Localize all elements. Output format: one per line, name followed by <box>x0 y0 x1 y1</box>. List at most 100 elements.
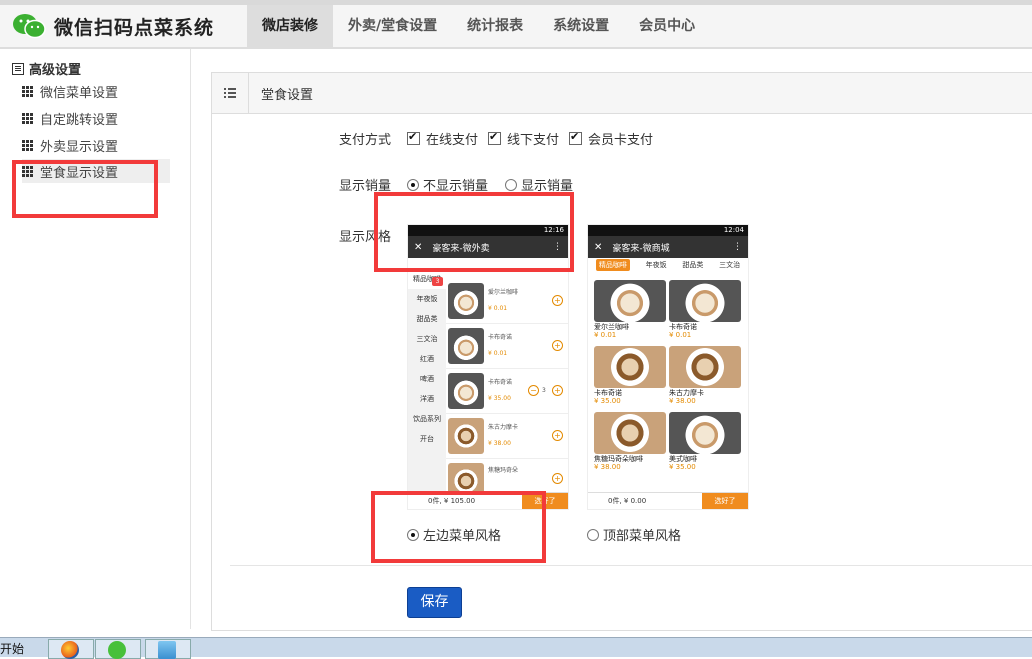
main-nav: 微店装修 外卖/堂食设置 统计报表 系统设置 会员中心 <box>247 5 710 47</box>
radio-selected[interactable] <box>407 178 419 191</box>
grid-item: 焦糖玛奇朵咖啡 ¥ 38.00 <box>594 412 666 476</box>
payment-member-card-checkbox[interactable]: 会员卡支付 <box>569 129 653 148</box>
cart-badge: 3 <box>432 277 443 286</box>
coffee-image <box>669 346 741 388</box>
sidebar-title-label: 高级设置 <box>29 63 82 78</box>
grid-item: 爱尔兰咖啡 ¥ 0.01 <box>594 280 666 344</box>
coffee-image <box>448 283 484 319</box>
list-icon <box>212 73 249 113</box>
item-name: 卡布奇诺 <box>488 334 513 341</box>
nav-takeout-dinein-settings[interactable]: 外卖/堂食设置 <box>333 5 452 47</box>
category-item: 三文治 <box>416 335 438 343</box>
item-price: ¥ 35.00 <box>669 463 696 471</box>
preview-title-bar: ✕ 豪客来-微商城 ⋮ <box>588 236 748 258</box>
payment-label: 支付方式 <box>339 133 392 148</box>
menu-item: 朱古力摩卡 ¥ 38.00 + <box>446 414 568 459</box>
list-icon <box>12 62 24 75</box>
grid-item: 朱古力摩卡 ¥ 38.00 <box>669 346 741 410</box>
coffee-image <box>448 418 484 454</box>
category-item: 洋酒 <box>420 395 434 403</box>
coffee-image <box>669 280 741 322</box>
item-price: ¥ 0.01 <box>488 305 508 312</box>
firefox-icon <box>61 641 79 659</box>
checkbox-checked[interactable] <box>407 130 420 145</box>
item-price: ¥ 0.01 <box>488 350 508 357</box>
annotation-highlight-preview-header <box>374 192 574 272</box>
sidebar-item-redirect[interactable]: 自定跳转设置 <box>22 106 170 130</box>
annotation-highlight-style-radio <box>371 491 546 563</box>
item-price: ¥ 38.00 <box>669 397 696 405</box>
category-item: 饮品系列 <box>413 415 441 423</box>
start-button[interactable]: 开始 <box>0 640 24 657</box>
preview-title: 豪客来-微商城 <box>612 243 670 254</box>
sidebar-item-takeout-display[interactable]: 外卖显示设置 <box>22 133 170 157</box>
top-menu-style-preview: 12:04 ✕ 豪客来-微商城 ⋮ 精品咖啡 年夜饭 甜品类 三文治 爱尔兰咖啡… <box>587 224 749 510</box>
close-icon: ✕ <box>594 241 603 253</box>
category-item: 开台 <box>420 435 434 443</box>
app-title: 微信扫码点菜系统 <box>54 16 215 39</box>
coffee-image <box>594 346 666 388</box>
item-name: 焦糖玛奇朵 <box>488 467 519 474</box>
add-icon: + <box>552 340 563 351</box>
option-label: 顶部菜单风格 <box>603 529 682 544</box>
nav-system-settings[interactable]: 系统设置 <box>538 5 624 47</box>
item-name: 卡布奇诺 <box>488 379 513 386</box>
app-header: 微信扫码点菜系统 微店装修 外卖/堂食设置 统计报表 系统设置 会员中心 <box>0 5 1032 49</box>
radio-unselected[interactable] <box>587 528 599 541</box>
grid-item: 美式咖啡 ¥ 35.00 <box>669 412 741 476</box>
payment-offline-checkbox[interactable]: 线下支付 <box>488 129 559 148</box>
add-icon: + <box>552 295 563 306</box>
category-tabs: 精品咖啡 年夜饭 甜品类 三文治 <box>588 258 748 272</box>
wechat-icon <box>108 641 126 659</box>
grid-icon <box>22 139 33 151</box>
panel-title: 堂食设置 <box>261 87 314 103</box>
save-button[interactable]: 保存 <box>407 587 462 618</box>
coffee-image <box>594 412 666 454</box>
sidebar: 高级设置 微信菜单设置 自定跳转设置 外卖显示设置 堂食显示设置 <box>0 49 191 629</box>
coffee-image <box>594 280 666 322</box>
category-tab: 年夜饭 <box>645 261 667 269</box>
item-name: 爱尔兰咖啡 <box>488 289 519 296</box>
grid-icon <box>22 112 33 124</box>
preview-cart-bar: 0件, ¥ 0.00 选好了 <box>588 492 748 509</box>
taskbar-window[interactable] <box>145 639 191 659</box>
grid-icon <box>22 85 33 97</box>
sidebar-title: 高级设置 <box>12 59 81 78</box>
sidebar-item-label: 微信菜单设置 <box>40 85 119 101</box>
item-price: ¥ 0.01 <box>594 331 617 339</box>
radio-unselected[interactable] <box>505 178 517 191</box>
category-tab: 甜品类 <box>682 261 704 269</box>
payment-online-checkbox[interactable]: 在线支付 <box>407 129 478 148</box>
taskbar-wechat[interactable] <box>95 639 141 659</box>
checkout-button: 选好了 <box>702 493 748 509</box>
category-item: 年夜饭 <box>416 295 438 303</box>
category-item: 红酒 <box>420 355 434 363</box>
cart-summary: 0件, ¥ 0.00 <box>608 497 647 505</box>
taskbar-browser[interactable] <box>48 639 94 659</box>
option-label: 线下支付 <box>507 133 560 148</box>
item-price: ¥ 35.00 <box>488 395 511 402</box>
minus-icon: − <box>528 385 539 396</box>
option-label: 会员卡支付 <box>588 133 654 148</box>
add-icon: + <box>552 430 563 441</box>
sidebar-item-wechat-menu[interactable]: 微信菜单设置 <box>22 79 170 103</box>
add-icon: + <box>552 385 563 396</box>
menu-item: 卡布奇诺 ¥ 0.01 + <box>446 324 568 369</box>
item-price: ¥ 38.00 <box>488 440 511 447</box>
item-price: ¥ 0.01 <box>669 331 692 339</box>
panel-header: 堂食设置 <box>212 73 1032 114</box>
app-logo: 微信扫码点菜系统 <box>12 12 214 40</box>
category-item: 啤酒 <box>420 375 434 383</box>
more-icon: ⋮ <box>733 242 742 252</box>
nav-statistics[interactable]: 统计报表 <box>452 5 538 47</box>
add-icon: + <box>552 473 563 484</box>
category-tab: 三文治 <box>719 261 741 269</box>
item-price: ¥ 38.00 <box>594 463 621 471</box>
top-menu-style-radio[interactable]: 顶部菜单风格 <box>587 525 681 544</box>
sidebar-item-label: 外卖显示设置 <box>40 139 119 155</box>
coffee-image <box>448 373 484 409</box>
nav-shop-decoration[interactable]: 微店装修 <box>247 5 333 47</box>
checkbox-checked[interactable] <box>569 130 582 145</box>
nav-member-center[interactable]: 会员中心 <box>624 5 710 47</box>
checkbox-checked[interactable] <box>488 130 501 145</box>
